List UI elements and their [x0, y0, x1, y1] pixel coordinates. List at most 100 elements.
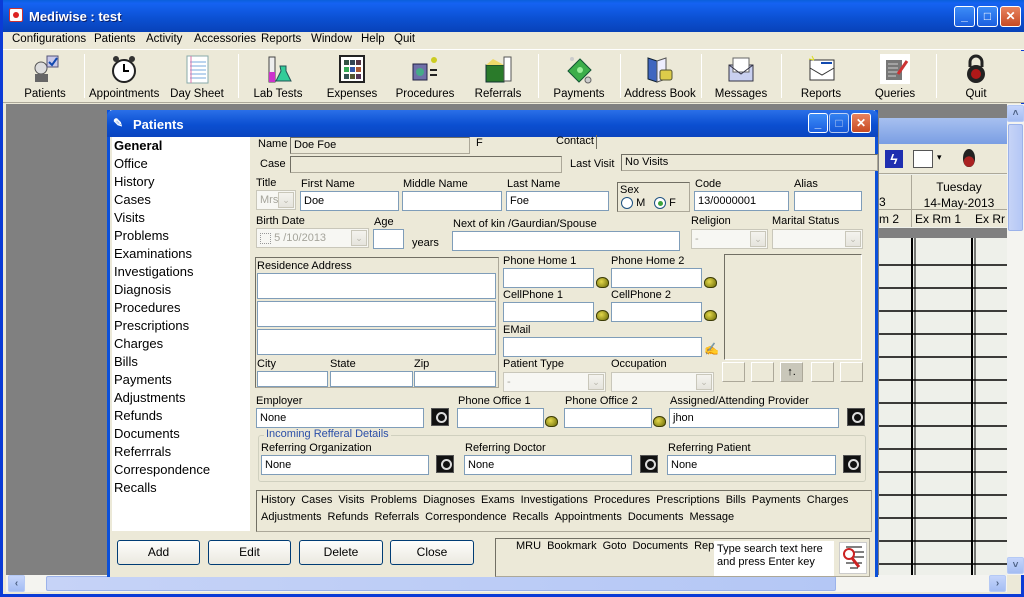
- search-document-icon[interactable]: [839, 542, 867, 574]
- photo-next-button[interactable]: [811, 362, 834, 382]
- minimize-button[interactable]: _: [954, 6, 975, 27]
- nav-item-diagnosis[interactable]: Diagnosis: [112, 281, 250, 299]
- bottom-link-bookmark[interactable]: Bookmark: [547, 540, 597, 552]
- zip-input[interactable]: [414, 371, 496, 387]
- nav-item-general[interactable]: General: [112, 137, 250, 155]
- quick-link-cases[interactable]: Cases: [301, 494, 332, 506]
- phone-office-2-input[interactable]: [564, 408, 652, 428]
- phone-office-1-input[interactable]: [457, 408, 544, 428]
- search-icon[interactable]: [431, 408, 449, 426]
- menu-patients[interactable]: Patients: [94, 33, 136, 45]
- patients-maximize-button[interactable]: □: [829, 113, 849, 133]
- nav-item-visits[interactable]: Visits: [112, 209, 250, 227]
- toolbar-queries[interactable]: Queries: [871, 51, 919, 101]
- scroll-up-button[interactable]: ˄: [1007, 105, 1024, 122]
- phone-icon[interactable]: [704, 277, 717, 288]
- close-dialog-button[interactable]: Close: [390, 540, 474, 565]
- vertical-scrollbar[interactable]: ˄ ˅: [1007, 104, 1024, 575]
- quick-link-problems[interactable]: Problems: [371, 494, 417, 506]
- provider-input[interactable]: jhon: [669, 408, 839, 428]
- last-name-input[interactable]: Foe: [506, 191, 609, 211]
- pen-icon[interactable]: ✍: [704, 342, 719, 356]
- scroll-down-button[interactable]: ˅: [1007, 557, 1024, 574]
- phone-icon[interactable]: [545, 416, 558, 427]
- search-icon[interactable]: [847, 408, 865, 426]
- nav-item-problems[interactable]: Problems: [112, 227, 250, 245]
- patients-title-bar[interactable]: ✎ Patients _ □ ✕: [107, 110, 878, 137]
- checkbox-icon[interactable]: [260, 232, 271, 244]
- toolbar-day-sheet[interactable]: Day Sheet: [166, 51, 228, 101]
- nav-item-procedures[interactable]: Procedures: [112, 299, 250, 317]
- state-input[interactable]: [330, 371, 413, 387]
- report-dropdown-icon[interactable]: [913, 150, 933, 168]
- nav-item-investigations[interactable]: Investigations: [112, 263, 250, 281]
- city-input[interactable]: [257, 371, 328, 387]
- schedule-grid[interactable]: [879, 238, 1007, 575]
- religion-select[interactable]: - ⌄: [691, 229, 768, 249]
- next-of-kin-input[interactable]: [452, 231, 680, 251]
- middle-name-input[interactable]: [402, 191, 502, 211]
- phone-icon[interactable]: [653, 416, 666, 427]
- photo-prev-button[interactable]: [751, 362, 774, 382]
- quick-link-diagnoses[interactable]: Diagnoses: [423, 494, 475, 506]
- nav-item-prescriptions[interactable]: Prescriptions: [112, 317, 250, 335]
- scroll-thumb-horizontal[interactable]: [46, 576, 836, 591]
- toolbar-messages[interactable]: Messages: [713, 51, 769, 101]
- edit-button[interactable]: Edit: [208, 540, 291, 565]
- toolbar-procedures[interactable]: Procedures: [394, 51, 456, 101]
- scroll-thumb-vertical[interactable]: [1008, 124, 1023, 231]
- quick-link-charges[interactable]: Charges: [807, 494, 849, 506]
- search-icon[interactable]: [640, 455, 658, 473]
- menu-reports[interactable]: Reports: [261, 33, 301, 45]
- nav-item-adjustments[interactable]: Adjustments: [112, 389, 250, 407]
- photo-last-button[interactable]: [840, 362, 863, 382]
- referring-doctor-input[interactable]: None: [464, 455, 632, 475]
- quick-link-recalls[interactable]: Recalls: [512, 511, 548, 523]
- horizontal-scrollbar[interactable]: ‹ ›: [6, 575, 1007, 592]
- toolbar-payments[interactable]: Payments: [551, 51, 607, 101]
- search-input[interactable]: Type search text here and press Enter ke…: [714, 541, 834, 576]
- toolbar-reports[interactable]: Reports: [796, 51, 846, 101]
- menu-activity[interactable]: Activity: [146, 33, 182, 45]
- day-sheet-titlebar[interactable]: [879, 118, 1007, 144]
- employer-input[interactable]: None: [256, 408, 424, 428]
- title-bar[interactable]: Mediwise : test _ □ ✕: [3, 0, 1024, 32]
- phone-home-1-input[interactable]: [503, 268, 594, 288]
- patient-type-select[interactable]: - ⌄: [503, 372, 606, 392]
- menu-accessories[interactable]: Accessories: [194, 33, 256, 45]
- cellphone-1-input[interactable]: [503, 302, 594, 322]
- nav-item-history[interactable]: History: [112, 173, 250, 191]
- menu-quit[interactable]: Quit: [394, 33, 415, 45]
- quick-link-payments[interactable]: Payments: [752, 494, 801, 506]
- phone-icon[interactable]: [596, 277, 609, 288]
- quick-link-history[interactable]: History: [261, 494, 295, 506]
- toolbar-address-book[interactable]: Address Book: [624, 51, 696, 101]
- quick-link-prescriptions[interactable]: Prescriptions: [656, 494, 720, 506]
- scroll-right-button[interactable]: ›: [989, 575, 1006, 592]
- address-line-3-input[interactable]: [257, 329, 496, 355]
- bottom-link-goto[interactable]: Goto: [603, 540, 627, 552]
- patients-close-button[interactable]: ✕: [851, 113, 871, 133]
- quick-link-procedures[interactable]: Procedures: [594, 494, 650, 506]
- quick-link-refunds[interactable]: Refunds: [328, 511, 369, 523]
- nav-item-recalls[interactable]: Recalls: [112, 479, 250, 497]
- nav-item-payments[interactable]: Payments: [112, 371, 250, 389]
- address-line-1-input[interactable]: [257, 273, 496, 299]
- quick-link-message[interactable]: Message: [689, 511, 734, 523]
- delete-button[interactable]: Delete: [299, 540, 383, 565]
- quick-link-referrals[interactable]: Referrals: [375, 511, 420, 523]
- phone-icon[interactable]: [704, 310, 717, 321]
- padlock-icon[interactable]: [963, 149, 975, 167]
- toolbar-referrals[interactable]: Referrals: [472, 51, 524, 101]
- cellphone-2-input[interactable]: [611, 302, 702, 322]
- nav-item-charges[interactable]: Charges: [112, 335, 250, 353]
- quick-link-adjustments[interactable]: Adjustments: [261, 511, 322, 523]
- patient-photo[interactable]: [724, 254, 862, 360]
- add-button[interactable]: Add: [117, 540, 200, 565]
- code-input[interactable]: 13/0000001: [694, 191, 789, 211]
- patients-minimize-button[interactable]: _: [808, 113, 828, 133]
- toolbar-patients[interactable]: Patients: [17, 51, 73, 101]
- nav-item-office[interactable]: Office: [112, 155, 250, 173]
- birth-date-picker[interactable]: 5 /10/2013 ⌄: [256, 228, 369, 248]
- nav-item-examinations[interactable]: Examinations: [112, 245, 250, 263]
